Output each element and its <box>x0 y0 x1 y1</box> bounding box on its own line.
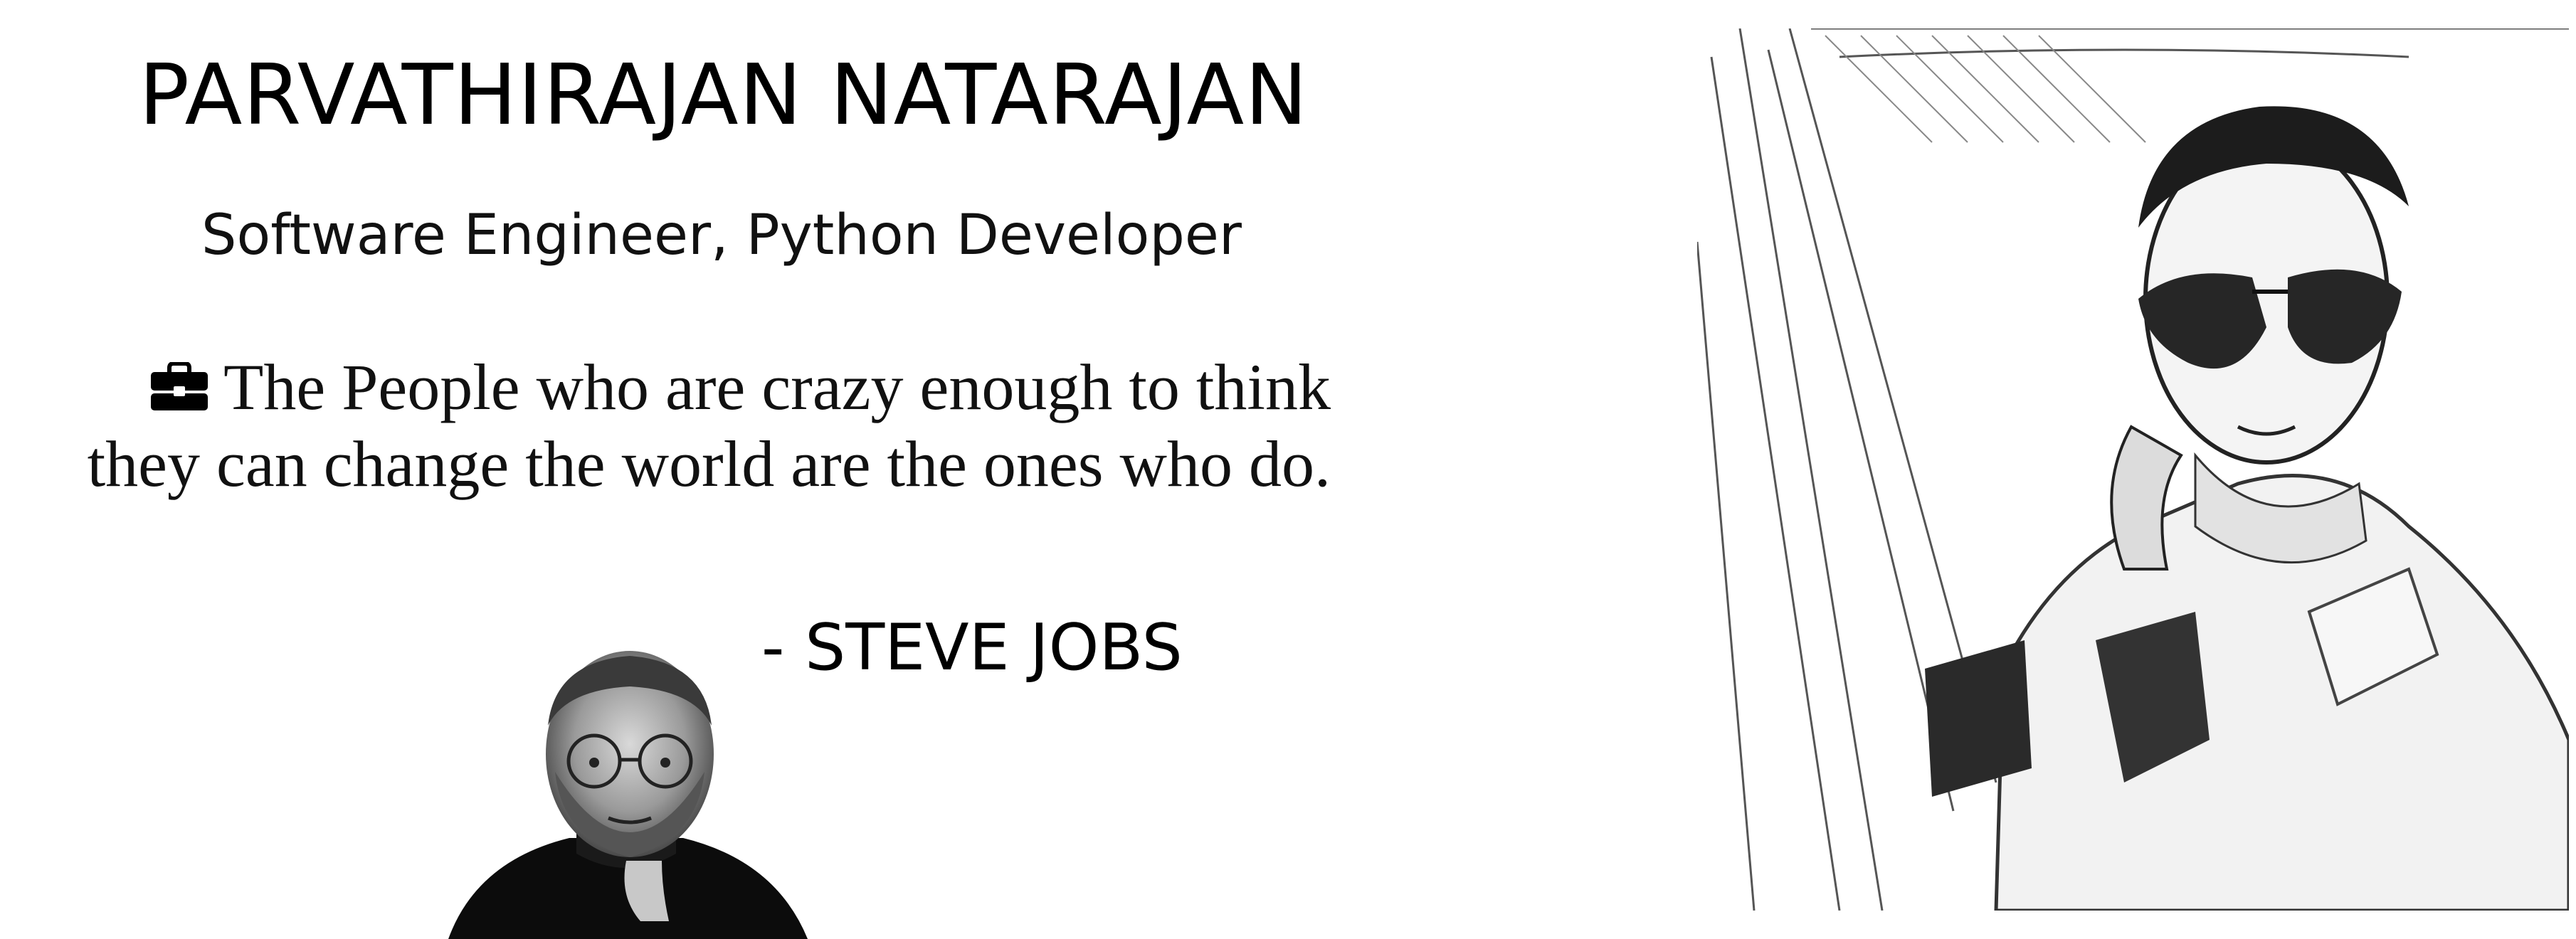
briefcase-icon <box>151 362 208 410</box>
quote-author: - STEVE JOBS <box>761 610 1183 685</box>
steve-jobs-portrait <box>448 651 808 939</box>
profile-sketch-image <box>1697 28 2569 911</box>
quote-text: The People who are crazy enough to think… <box>87 351 1331 500</box>
profile-role: Software Engineer, Python Developer <box>201 203 1242 267</box>
quote-block: The People who are crazy enough to think… <box>36 349 1331 502</box>
profile-name: PARVATHIRAJAN NATARAJAN <box>139 46 1309 144</box>
